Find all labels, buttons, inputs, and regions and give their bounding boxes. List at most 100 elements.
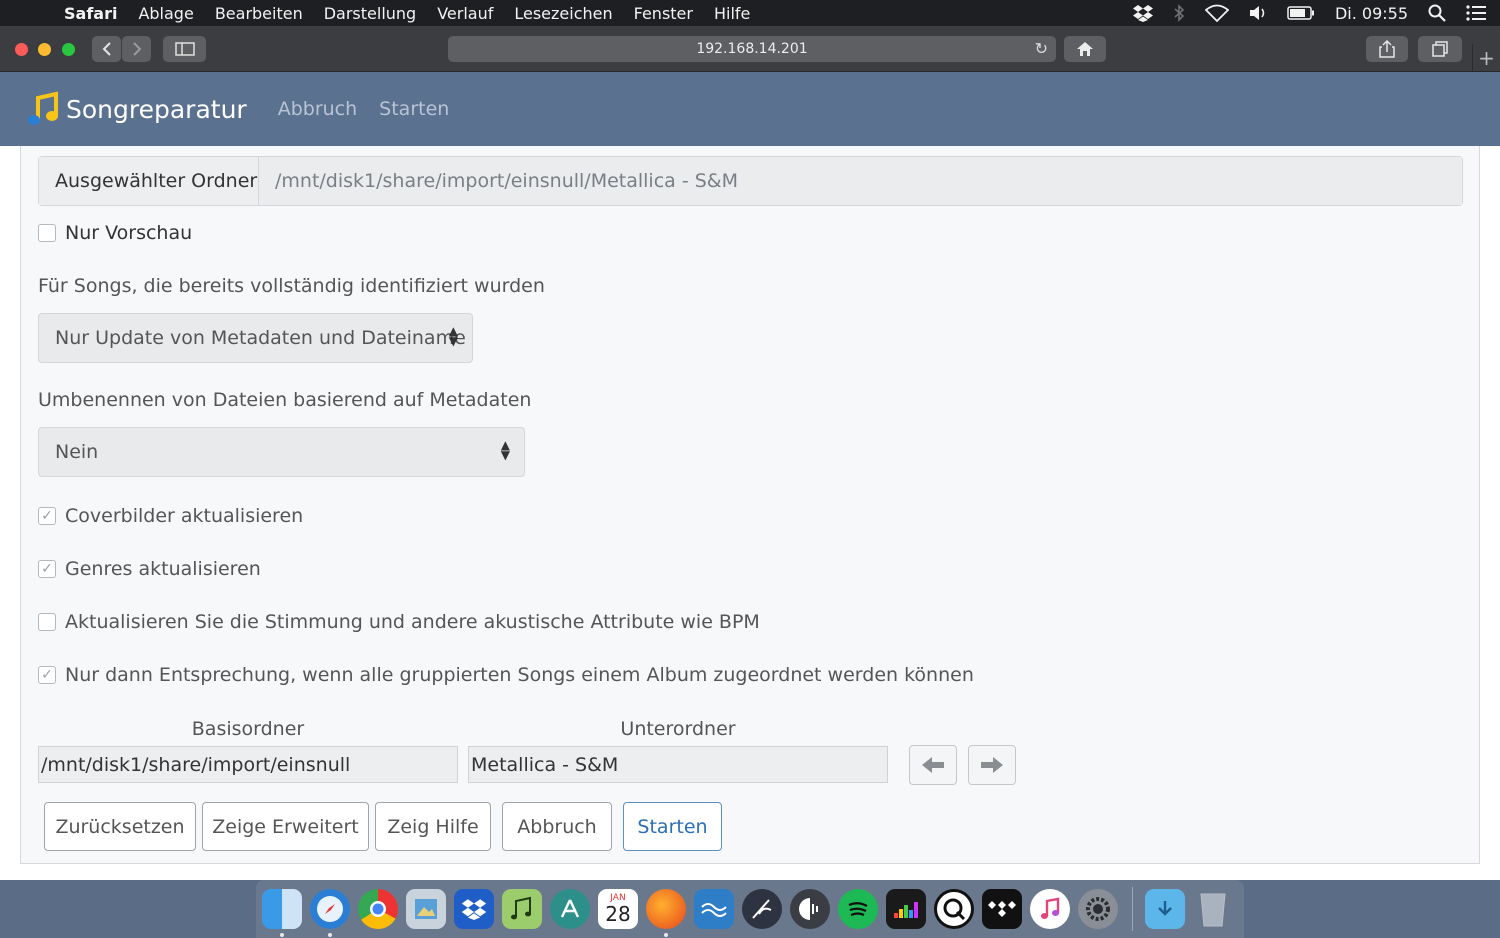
trash-icon[interactable] [1193,889,1233,929]
notification-center-icon[interactable] [1466,5,1486,21]
menu-verlauf[interactable]: Verlauf [437,4,493,23]
nav-link-abbruch[interactable]: Abbruch [278,98,357,120]
spotify-icon[interactable] [838,889,878,929]
arrow-right-icon [981,757,1003,773]
option-genres[interactable]: ✓ Genres aktualisieren [38,558,261,580]
base-folder-input[interactable]: /mnt/disk1/share/import/einsnull [38,746,458,783]
dropbox-dock-icon[interactable] [454,889,494,929]
chevron-left-icon [102,42,111,56]
genres-checkbox[interactable]: ✓ [38,560,56,578]
option-album-match[interactable]: ✓ Nur dann Entsprechung, wenn alle grupp… [38,664,974,686]
audio-app-icon[interactable] [790,889,830,929]
zoom-window-button[interactable] [62,43,75,56]
selected-folder-group: Ausgewählter Ordner /mnt/disk1/share/imp… [38,156,1463,206]
identified-select[interactable]: Nur Update von Metadaten und Dateiname ▲… [38,313,473,363]
firefox-icon[interactable] [646,889,686,937]
dropbox-logo-icon [461,899,487,920]
itunes-icon[interactable] [1030,889,1070,929]
close-window-button[interactable] [15,43,28,56]
clock[interactable]: Di. 09:55 [1335,4,1408,23]
menu-bearbeiten[interactable]: Bearbeiten [215,4,303,23]
trash-can-icon [1200,893,1226,927]
cancel-button[interactable]: Abbruch [502,802,612,851]
new-tab-button[interactable]: + [1472,44,1500,72]
rename-select-value: Nein [55,441,99,463]
menubar: Safari Ablage Bearbeiten Darstellung Ver… [0,0,1500,26]
tidal-icon[interactable] [982,889,1022,929]
menu-hilfe[interactable]: Hilfe [714,4,750,23]
sub-folder-input[interactable]: Metallica - S&M [468,746,888,783]
preview-option[interactable]: Nur Vorschau [38,222,192,244]
battery-icon[interactable] [1287,6,1315,20]
share-button[interactable] [1366,36,1408,62]
wave-icon [701,903,727,917]
dock-separator [1132,887,1133,931]
volume-icon[interactable] [1249,5,1267,21]
menu-fenster[interactable]: Fenster [634,4,693,23]
equalizer-bars-icon [894,902,918,918]
menu-lesezeichen[interactable]: Lesezeichen [514,4,612,23]
move-left-button[interactable] [909,745,957,785]
safari-icon[interactable] [310,889,350,937]
arrow-left-icon [922,757,944,773]
form-card: Ausgewählter Ordner /mnt/disk1/share/imp… [20,146,1480,864]
music-note-logo-icon [28,91,58,125]
select-caret-icon: ▲ ▼ [500,438,510,462]
show-help-button[interactable]: Zeig Hilfe [375,802,491,851]
tabs-overview-button[interactable] [1418,36,1462,62]
music-sheet-app-icon[interactable] [502,889,542,929]
photo-icon [415,899,437,919]
cover-label: Coverbilder aktualisieren [65,505,304,527]
chrome-icon[interactable] [358,889,398,929]
script-editor-icon[interactable] [742,889,782,929]
select-caret-icon: ▲ ▼ [448,324,458,348]
rename-select[interactable]: Nein ▲ ▼ [38,427,525,477]
reset-button[interactable]: Zurücksetzen [44,802,196,851]
status-area: Di. 09:55 [1132,0,1486,26]
forward-button[interactable] [122,36,151,62]
cover-checkbox[interactable]: ✓ [38,507,56,525]
preview-checkbox[interactable] [38,224,56,242]
chrome-center-icon [370,901,386,917]
system-preferences-icon[interactable] [1078,889,1118,929]
selected-folder-input[interactable]: /mnt/disk1/share/import/einsnull/Metalli… [259,157,1462,205]
dropbox-icon[interactable] [1132,4,1153,22]
mood-checkbox[interactable] [38,613,56,631]
album-match-checkbox[interactable]: ✓ [38,666,56,684]
app-store-icon[interactable] [550,889,590,929]
deezer-icon[interactable] [886,889,926,929]
gear-icon [1086,897,1110,921]
home-button[interactable] [1064,36,1106,62]
address-bar[interactable]: 192.168.14.201 ↻ [448,36,1056,62]
option-cover[interactable]: ✓ Coverbilder aktualisieren [38,505,303,527]
share-icon [1379,40,1395,58]
downloads-folder-icon[interactable] [1145,889,1185,929]
menu-darstellung[interactable]: Darstellung [324,4,416,23]
sub-folder-label: Unterordner [620,718,736,740]
back-button[interactable] [92,36,121,62]
chevron-right-icon [132,42,141,56]
calendar-icon[interactable]: JAN 28 [598,889,638,929]
show-advanced-button[interactable]: Zeige Erweitert [202,802,369,851]
reload-icon[interactable]: ↻ [1035,39,1048,58]
download-arrow-icon [1158,901,1172,916]
sidebar-toggle-button[interactable] [163,36,206,62]
start-button[interactable]: Starten [623,802,722,851]
quicktime-icon[interactable] [934,889,974,929]
nav-link-starten[interactable]: Starten [379,98,449,120]
mail-app-icon[interactable] [694,889,734,929]
brand[interactable]: Songreparatur [24,90,247,128]
preview-app-icon[interactable] [406,889,446,929]
minimize-window-button[interactable] [38,43,51,56]
tidal-diamonds-icon [988,901,1016,917]
spotlight-search-icon[interactable] [1428,4,1446,22]
menu-app[interactable]: Safari [64,4,117,23]
finder-icon[interactable] [262,889,302,937]
wifi-icon[interactable] [1204,4,1229,22]
bluetooth-icon[interactable] [1173,4,1185,22]
running-indicator [280,933,284,937]
option-mood[interactable]: Aktualisieren Sie die Stimmung und ander… [38,611,760,633]
menu-ablage[interactable]: Ablage [138,4,193,23]
app-glyph-icon [560,899,580,918]
move-right-button[interactable] [968,745,1016,785]
